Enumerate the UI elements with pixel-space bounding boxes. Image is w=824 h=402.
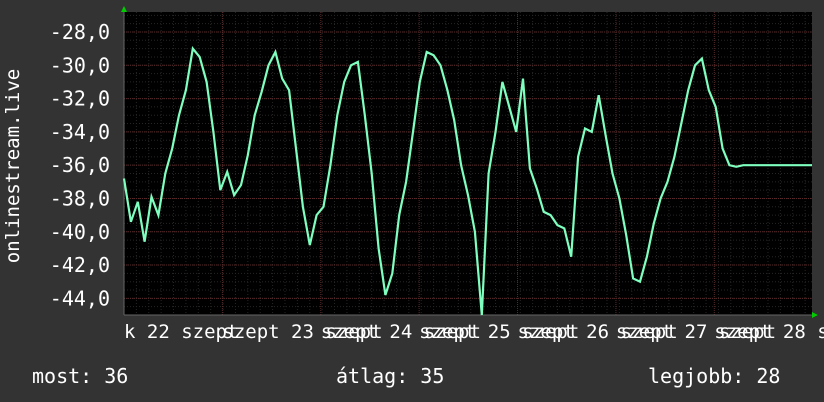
y-tick-labels: -28,0 -30,0 -32,0 -34,0 -36,0 -38,0 -40,0 -42,0…	[50, 20, 110, 310]
x-tick-label: szept 28 szep	[714, 321, 824, 343]
y-tick-label: -32,0	[50, 87, 110, 111]
x-tick-label: k 22 szept	[124, 321, 238, 343]
y-tick-label: -28,0	[50, 20, 110, 44]
x-tick-labels: k 22 szeptszept 23 szeptszept 24 szeptsz…	[124, 321, 824, 343]
y-tick-label: -36,0	[50, 153, 110, 177]
y-tick-label: -30,0	[50, 53, 110, 77]
stat-current: most: 36	[32, 364, 129, 388]
y-tick-label: -34,0	[50, 120, 110, 144]
y-tick-label: -42,0	[50, 253, 110, 277]
temperature-chart: -28,0 -30,0 -32,0 -34,0 -36,0 -38,0 -40,0 -42,0…	[0, 0, 824, 402]
y-tick-label: -40,0	[50, 220, 110, 244]
y-tick-label: -38,0	[50, 186, 110, 210]
y-axis-label: onlinestream.live	[2, 69, 24, 263]
stat-best: legjobb: 28	[648, 364, 781, 388]
y-tick-label: -44,0	[50, 286, 110, 310]
stat-average: átlag: 35	[336, 364, 445, 388]
plot-area	[124, 12, 812, 315]
